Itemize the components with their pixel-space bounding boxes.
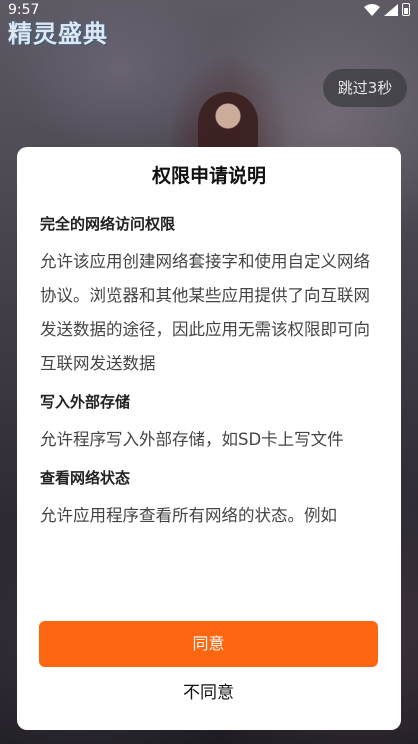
permission-title: 完全的网络访问权限	[40, 215, 176, 233]
signal-icon	[384, 3, 398, 16]
permission-item: 完全的网络访问权限 允许该应用创建网络套接字和使用自定义网络协议。浏览器和其他某…	[40, 211, 382, 381]
permission-title: 写入外部存储	[40, 393, 131, 411]
agree-button[interactable]: 同意	[39, 621, 378, 667]
dialog-title: 权限申请说明	[151, 165, 266, 187]
skip-button[interactable]: 跳过3秒	[323, 69, 407, 107]
status-icons	[364, 3, 410, 16]
permission-description: 允许程序写入外部存储，如SD卡上写文件	[40, 430, 344, 449]
permission-description: 允许该应用创建网络套接字和使用自定义网络协议。浏览器和其他某些应用提供了向互联网…	[40, 252, 370, 373]
battery-icon	[402, 3, 410, 16]
permission-dialog: 权限申请说明 完全的网络访问权限 允许该应用创建网络套接字和使用自定义网络协议。…	[17, 147, 401, 730]
permission-list[interactable]: 完全的网络访问权限 允许该应用创建网络套接字和使用自定义网络协议。浏览器和其他某…	[40, 205, 382, 614]
permission-item: 写入外部存储 允许程序写入外部存储，如SD卡上写文件	[40, 389, 382, 457]
permission-description: 允许应用程序查看所有网络的状态。例如	[40, 506, 337, 525]
permission-title: 查看网络状态	[40, 469, 131, 487]
permission-item: 查看网络状态 允许应用程序查看所有网络的状态。例如	[40, 465, 382, 533]
game-logo: 精灵盛典	[8, 19, 108, 48]
wifi-icon	[364, 3, 380, 16]
disagree-button[interactable]: 不同意	[39, 675, 378, 711]
